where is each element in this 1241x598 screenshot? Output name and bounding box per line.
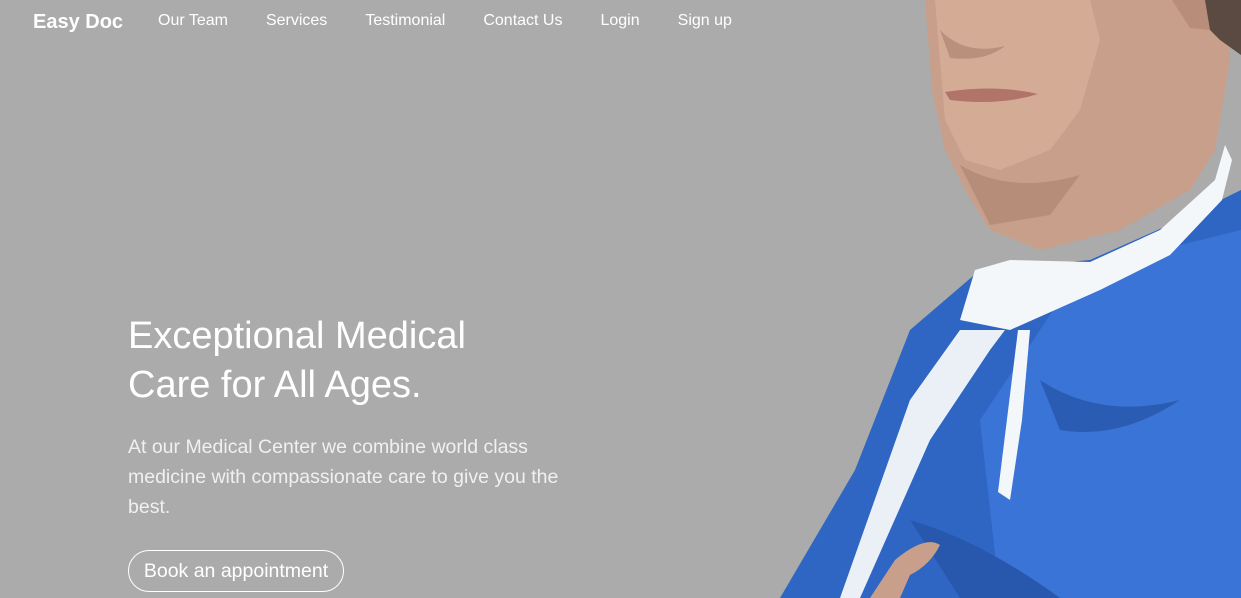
nav-link-testimonial[interactable]: Testimonial (365, 12, 445, 29)
nav-link-login[interactable]: Login (600, 12, 639, 29)
brand-logo[interactable]: Easy Doc (33, 11, 123, 34)
nav-item-testimonial: Testimonial (365, 12, 483, 30)
nav-link-services[interactable]: Services (266, 12, 327, 29)
nav-item-contact-us: Contact Us (483, 12, 600, 30)
hero-section: Exceptional Medical Care for All Ages. A… (128, 312, 598, 522)
nav-link-our-team[interactable]: Our Team (158, 12, 228, 29)
nav-menu: Our Team Services Testimonial Contact Us… (158, 12, 770, 30)
nav-item-services: Services (266, 12, 365, 30)
book-appointment-button[interactable]: Book an appointment (128, 550, 344, 592)
top-navbar: Easy Doc Our Team Services Testimonial C… (0, 0, 760, 44)
hero-subtitle: At our Medical Center we combine world c… (128, 436, 559, 518)
nav-item-our-team: Our Team (158, 12, 266, 30)
hero-title-line-2: Care for All Ages. (128, 364, 422, 406)
nav-item-sign-up: Sign up (678, 12, 770, 30)
hero-title-line-1: Exceptional Medical (128, 315, 466, 357)
doctor-photo (780, 0, 1241, 598)
nav-item-login: Login (600, 12, 677, 30)
nav-link-contact-us[interactable]: Contact Us (483, 12, 562, 29)
nav-link-sign-up[interactable]: Sign up (678, 12, 732, 29)
landing-page: Easy Doc Our Team Services Testimonial C… (0, 0, 1241, 598)
hero-title: Exceptional Medical Care for All Ages. (128, 312, 598, 410)
